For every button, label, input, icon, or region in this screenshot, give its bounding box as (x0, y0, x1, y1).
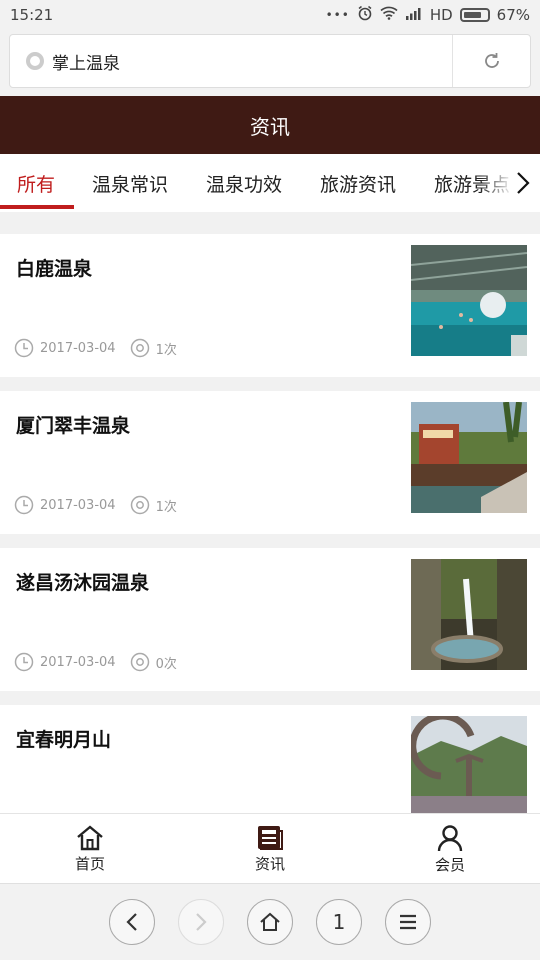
tab-all[interactable]: 所有 (17, 154, 55, 212)
article-item[interactable]: 宜春明月山 (0, 705, 540, 813)
tab-label: 所有 (17, 173, 56, 196)
article-thumbnail[interactable] (411, 716, 527, 813)
tab-travel-news[interactable]: 旅游资讯 (320, 154, 396, 212)
article-thumbnail[interactable] (411, 245, 527, 356)
article-thumbnail[interactable] (411, 559, 527, 670)
member-icon (437, 824, 463, 851)
views-icon (130, 495, 149, 515)
status-bar: 15:21 ••• HD 67% (0, 0, 540, 30)
article-meta: 2017-03-04 1次 (14, 495, 191, 515)
article-meta: 2017-03-04 1次 (14, 338, 191, 358)
tab-label: 温泉常识 (92, 173, 169, 196)
nav-news[interactable]: 资讯 (210, 814, 330, 884)
category-tabs: 所有 温泉常识 温泉功效 旅游资讯 旅游景点 (0, 154, 540, 212)
address-bar[interactable]: 掌上温泉 (9, 34, 531, 88)
menu-button[interactable] (385, 899, 431, 945)
article-date: 2017-03-04 (40, 654, 116, 670)
article-date: 2017-03-04 (40, 340, 116, 356)
article-title[interactable]: 遂昌汤沐园温泉 (16, 568, 149, 595)
nav-home[interactable]: 首页 (30, 814, 150, 884)
site-icon (26, 52, 44, 70)
article-item[interactable]: 白鹿温泉 2017-03-04 1次 (0, 234, 540, 377)
status-time: 15:21 (10, 6, 54, 24)
back-button[interactable] (109, 899, 155, 945)
chevron-right-icon (196, 913, 207, 931)
nav-news-label: 资讯 (254, 854, 285, 873)
menu-icon (400, 914, 416, 930)
tabs-button[interactable]: 1 (316, 899, 362, 945)
reload-button[interactable] (452, 35, 530, 87)
tab-hot-spring-knowledge[interactable]: 温泉常识 (92, 154, 168, 212)
tab-hot-spring-benefits[interactable]: 温泉功效 (206, 154, 282, 212)
tab-count: 1 (332, 910, 346, 934)
article-title[interactable]: 白鹿温泉 (16, 254, 92, 281)
chevron-right-icon (517, 172, 530, 194)
article-views: 1次 (155, 342, 177, 358)
views-icon (130, 652, 149, 672)
article-date: 2017-03-04 (40, 497, 116, 513)
clock-icon (14, 652, 34, 672)
address-text[interactable]: 掌上温泉 (52, 49, 452, 74)
battery-percent: 67% (496, 6, 530, 24)
article-meta: 2017-03-04 0次 (14, 652, 191, 672)
article-views: 1次 (155, 499, 177, 515)
battery-icon (459, 8, 490, 22)
nav-home-label: 首页 (74, 854, 105, 873)
notification-dots: ••• (325, 8, 350, 22)
bottom-navigation: 首页 资讯 会员 (0, 813, 540, 883)
article-item[interactable]: 厦门翠丰温泉 2017-03-04 1次 (0, 391, 540, 534)
alarm-icon (357, 5, 373, 25)
views-icon (130, 338, 149, 358)
tab-label: 旅游资讯 (320, 173, 397, 196)
nav-member-label: 会员 (434, 855, 465, 874)
article-item[interactable]: 遂昌汤沐园温泉 2017-03-04 0次 (0, 548, 540, 691)
nav-member[interactable]: 会员 (390, 814, 510, 884)
reload-icon (484, 53, 499, 68)
home-button[interactable] (247, 899, 293, 945)
page-title: 资讯 (250, 114, 290, 139)
article-title[interactable]: 厦门翠丰温泉 (16, 411, 130, 438)
home-outline-icon (260, 912, 280, 931)
clock-icon (14, 338, 34, 358)
clock-icon (14, 495, 34, 515)
wifi-icon (380, 6, 398, 24)
article-views: 0次 (155, 656, 177, 672)
signal-icon (405, 6, 423, 24)
chevron-left-icon (126, 913, 137, 931)
page-header: 资讯 (0, 96, 540, 154)
tab-label: 温泉功效 (206, 173, 283, 196)
browser-address-area: 掌上温泉 (0, 30, 540, 96)
tabs-scroll-right-button[interactable] (512, 168, 534, 198)
browser-toolbar: 1 (0, 883, 540, 960)
status-indicators: ••• HD 67% (326, 5, 530, 25)
news-icon (258, 825, 283, 850)
article-thumbnail[interactable] (411, 402, 527, 513)
article-title[interactable]: 宜春明月山 (16, 725, 111, 752)
forward-button[interactable] (178, 899, 224, 945)
network-type: HD (429, 6, 453, 24)
active-tab-indicator (0, 205, 74, 209)
home-icon (77, 824, 103, 850)
